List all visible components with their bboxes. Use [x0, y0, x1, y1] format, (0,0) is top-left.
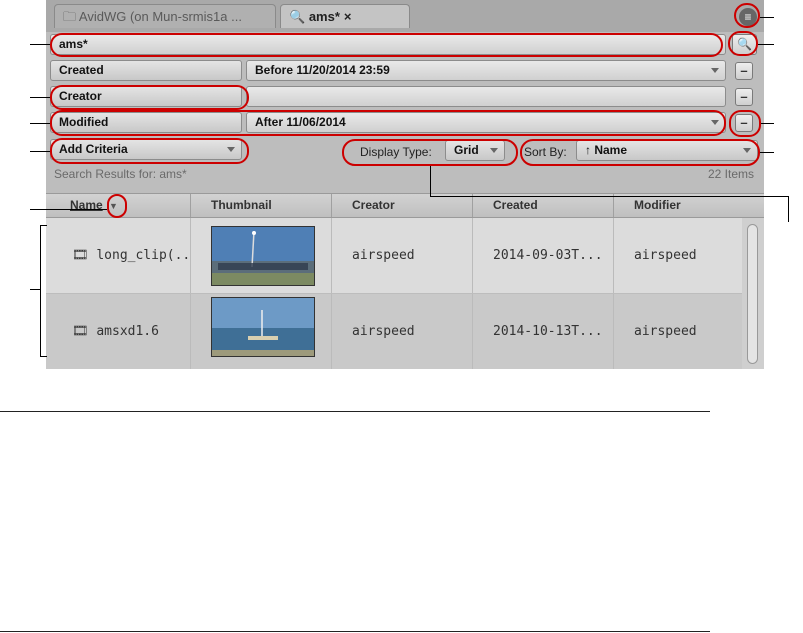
- leader-line: [758, 44, 774, 45]
- callout-add-criteria: [50, 138, 249, 164]
- tab-bar: 🗀 AvidWG (on Mun-srmis1a ... 🔍 ams* × ≡: [46, 0, 764, 32]
- leader-line: [30, 209, 107, 210]
- column-modifier[interactable]: Modifier: [614, 194, 764, 217]
- cell-thumbnail: [191, 218, 332, 293]
- cell-name: 🎞 long_clip(...: [46, 218, 191, 293]
- clip-icon: 🎞: [72, 324, 97, 339]
- search-icon: 🔍: [289, 9, 309, 24]
- cell-modifier: airspeed: [634, 248, 697, 263]
- leader-line: [761, 123, 774, 124]
- column-creator[interactable]: Creator: [332, 194, 473, 217]
- tab-avidwg-label: AvidWG (on Mun-srmis1a ...: [78, 9, 242, 24]
- bracket-line: [40, 225, 41, 357]
- callout-sort-indicator: [107, 194, 127, 218]
- column-thumbnail[interactable]: Thumbnail: [191, 194, 332, 217]
- tab-ams-label: ams*: [308, 9, 340, 24]
- callout-search-field: [50, 33, 723, 57]
- horizontal-rule: [0, 411, 710, 412]
- cell-thumbnail: [191, 294, 332, 369]
- horizontal-rule: [0, 631, 710, 632]
- cell-creator: airspeed: [332, 294, 473, 369]
- thumbnail-beach-image: [212, 298, 314, 356]
- callout-remove-button: [729, 110, 761, 137]
- tab-avidwg[interactable]: 🗀 AvidWG (on Mun-srmis1a ...: [54, 4, 276, 28]
- column-created[interactable]: Created: [473, 194, 614, 217]
- leader-line: [760, 17, 774, 18]
- cell-created: 2014-09-03T...: [473, 218, 614, 293]
- callout-search-button: [728, 31, 758, 56]
- cell-created: 2014-10-13T...: [473, 294, 614, 369]
- figure: 🗀 AvidWG (on Mun-srmis1a ... 🔍 ams* × ≡ a…: [0, 0, 803, 633]
- bracket-line: [40, 225, 47, 226]
- criteria-created-value-text: Before 11/20/2014 23:59: [255, 63, 390, 77]
- table-row[interactable]: 🎞 amsxd1.6 airspeed 2014-10-13T... airsp…: [46, 294, 742, 369]
- leader-line: [430, 196, 788, 197]
- leader-line: [30, 44, 50, 45]
- thumbnail-image[interactable]: [211, 297, 315, 357]
- thumbnail-image[interactable]: [211, 226, 315, 286]
- folder-icon: 🗀: [63, 9, 79, 24]
- tab-ams-search[interactable]: 🔍 ams* ×: [280, 4, 410, 28]
- callout-display-type: [342, 139, 518, 166]
- scrollbar-thumb[interactable]: [747, 224, 758, 364]
- table-row[interactable]: 🎞 long_clip(... airspeed 2014-09-03T... …: [46, 218, 742, 293]
- callout-sort-by: [520, 139, 760, 166]
- cell-creator: airspeed: [332, 218, 473, 293]
- leader-line: [30, 123, 50, 124]
- callout-criteria-row: [50, 110, 726, 136]
- leader-line: [30, 151, 50, 152]
- items-count: 22 Items: [707, 167, 754, 181]
- leader-line: [430, 166, 431, 196]
- leader-line: [788, 196, 789, 222]
- cell-name-text: amsxd1.6: [96, 324, 159, 339]
- criteria-creator-value[interactable]: [246, 86, 726, 107]
- callout-menu: [734, 3, 760, 28]
- leader-line: [760, 152, 774, 153]
- tab-close-icon[interactable]: ×: [344, 9, 352, 24]
- bracket-line: [40, 356, 47, 357]
- callout-criteria-label: [50, 85, 249, 110]
- cell-modifier: airspeed: [634, 324, 697, 339]
- search-results-label: Search Results for: ams*: [54, 167, 187, 181]
- cell-name: 🎞 amsxd1.6: [46, 294, 191, 369]
- remove-created-button[interactable]: –: [735, 62, 753, 80]
- clip-icon: 🎞: [72, 248, 97, 263]
- vertical-scrollbar[interactable]: [742, 218, 764, 369]
- chevron-down-icon: [711, 68, 719, 73]
- leader-line: [30, 97, 50, 98]
- remove-creator-button[interactable]: –: [735, 88, 753, 106]
- thumbnail-airfield-image: [212, 227, 314, 285]
- bracket-line: [30, 289, 40, 290]
- cell-name-text: long_clip(...: [96, 248, 191, 263]
- criteria-created-value[interactable]: Before 11/20/2014 23:59: [246, 60, 726, 81]
- criteria-created-label[interactable]: Created: [50, 60, 242, 81]
